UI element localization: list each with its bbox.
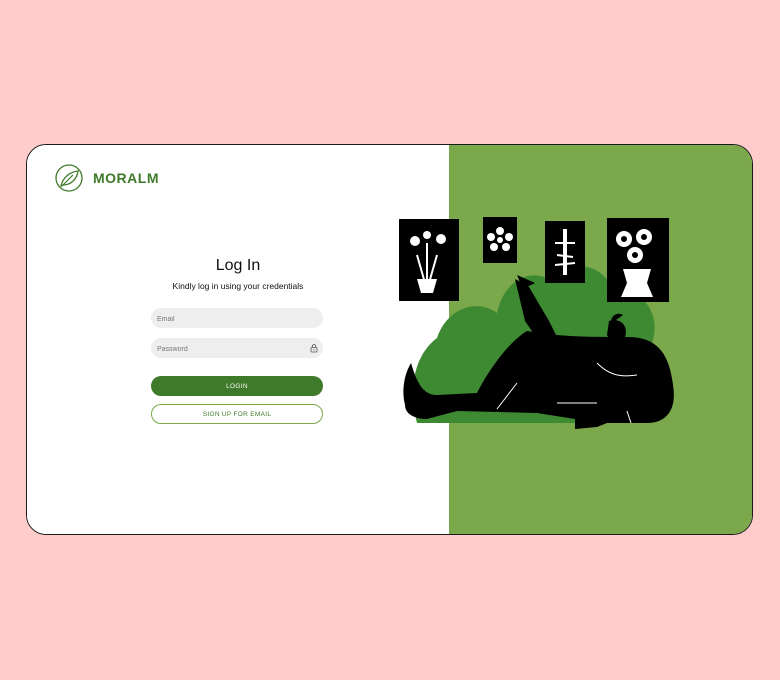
brand-name: MORALM: [93, 170, 159, 186]
lock-icon: [310, 344, 318, 353]
signup-email-button[interactable]: SIGN UP FOR EMAIL: [151, 404, 323, 424]
brand[interactable]: MORALM: [54, 163, 159, 193]
email-field-wrapper: [151, 308, 323, 330]
password-field[interactable]: [151, 339, 323, 360]
leaf-circle-icon: [55, 164, 83, 192]
login-card: MORALM Log In Kindly log in using your c…: [26, 144, 753, 535]
login-button[interactable]: LOGIN: [151, 376, 323, 396]
password-field-wrapper: [151, 338, 323, 360]
poster-cactus-icon: [545, 221, 585, 283]
login-panel: MORALM Log In Kindly log in using your c…: [27, 145, 449, 534]
poster-flower-icon: [483, 217, 517, 263]
page-title: Log In: [215, 257, 261, 274]
email-field[interactable]: [151, 309, 323, 330]
page-subtitle: Kindly log in using your credentials: [172, 281, 304, 291]
poster-bouquet-icon: [607, 218, 669, 302]
poster-left-icon: [399, 219, 459, 301]
person-reclining-with-plant-posters-illustration: [399, 217, 674, 429]
